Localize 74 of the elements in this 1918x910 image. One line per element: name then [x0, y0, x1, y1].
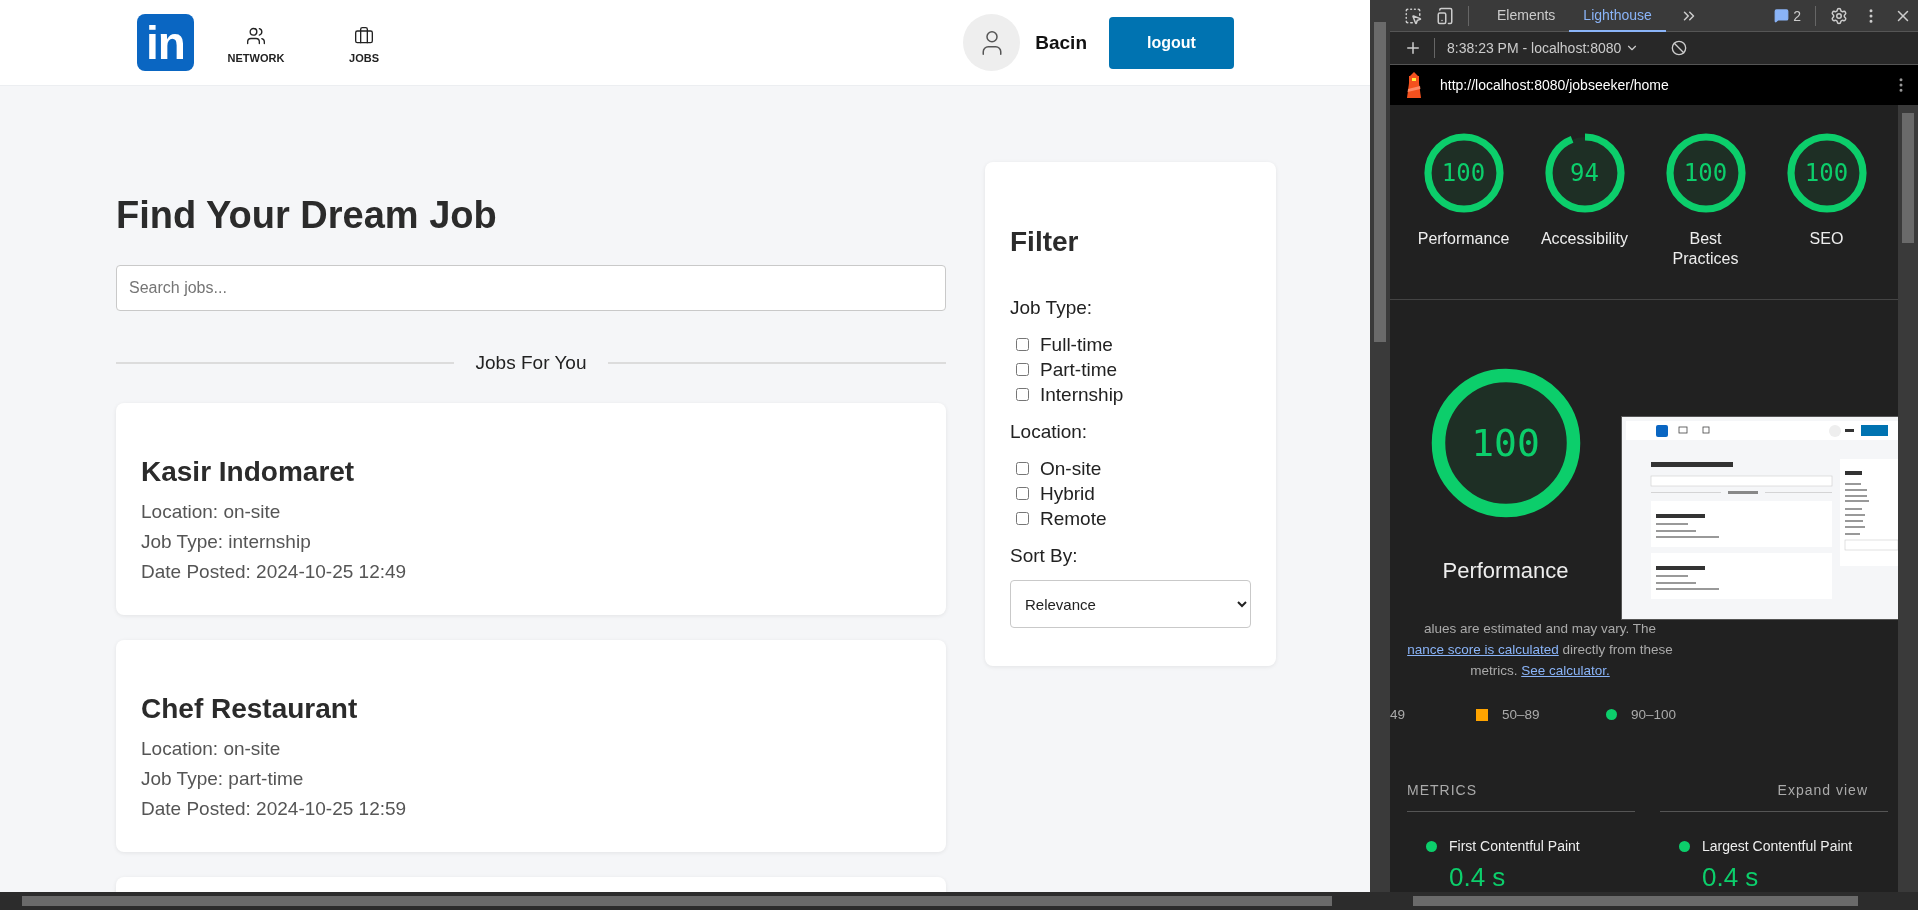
- metric-label: First Contentful Paint: [1449, 838, 1580, 854]
- score-value: 100: [1804, 159, 1849, 187]
- score-value: 100: [1683, 159, 1728, 187]
- issues-counter[interactable]: 2: [1774, 7, 1801, 24]
- checkbox[interactable]: [1016, 487, 1029, 500]
- logout-button[interactable]: logout: [1109, 16, 1234, 69]
- filter-group-label: Job Type:: [1010, 296, 1094, 320]
- plus-icon[interactable]: [1404, 39, 1422, 57]
- user-name: Bacin: [1035, 31, 1087, 54]
- scrollbar[interactable]: [1390, 892, 1918, 910]
- metric-label: Largest Contentful Paint: [1702, 838, 1853, 854]
- job-title: Chef Restaurant: [141, 692, 359, 726]
- checkbox-label: Internship: [1040, 383, 1124, 406]
- score-label: Best Practices: [1671, 229, 1740, 269]
- inspect-icon[interactable]: [1404, 6, 1422, 25]
- checkbox[interactable]: [1016, 462, 1029, 475]
- job-detail: Location: on-site: [141, 737, 282, 761]
- lighthouse-icon: [1404, 70, 1424, 100]
- checkbox-label: Full-time: [1040, 333, 1113, 356]
- filter-group-label: Location:: [1010, 420, 1089, 444]
- briefcase-icon: [354, 25, 374, 46]
- checkbox-label: On-site: [1040, 457, 1102, 480]
- devtools-tab[interactable]: Elements: [1483, 0, 1570, 32]
- checkbox-label: Hybrid: [1040, 482, 1095, 505]
- filter-title: Filter: [1010, 225, 1080, 259]
- scrollbar[interactable]: [1370, 0, 1390, 892]
- job-detail: Location: on-site: [141, 500, 282, 524]
- device-icon[interactable]: [1436, 6, 1454, 25]
- logo[interactable]: in: [137, 14, 194, 71]
- scrollbar[interactable]: [1898, 105, 1918, 892]
- sort-label: Sort By:: [1010, 544, 1079, 568]
- metric-value: 0.4 s: [1702, 862, 1760, 892]
- score-note: alues are estimated and may vary. The nance score is calculated directly from these metrics. See calculator.: [1406, 620, 1674, 680]
- score-value: 94: [1570, 159, 1599, 187]
- legend-label: 50–89: [1502, 707, 1540, 722]
- nav-link[interactable]: JOBS: [315, 21, 413, 64]
- job-detail: Date Posted: 2024-10-25 12:49: [141, 560, 408, 584]
- page-title: Find Your Dream Job: [116, 193, 498, 238]
- checkbox[interactable]: [1016, 388, 1029, 401]
- checkbox[interactable]: [1016, 363, 1029, 376]
- legend-label: 90–100: [1631, 707, 1677, 722]
- job-card[interactable]: Kasir Indomaret Location: on-site Job Type: internship Date Posted: 2024-10-25 12:49: [116, 403, 946, 615]
- job-detail: Job Type: part-time: [141, 767, 305, 791]
- message-icon: [1774, 8, 1790, 23]
- expand-view-toggle[interactable]: Expand view: [1777, 782, 1868, 798]
- score-value: 100: [1441, 159, 1486, 187]
- checkbox-label: Part-time: [1040, 358, 1118, 381]
- score-value: 100: [1471, 421, 1540, 465]
- scrollbar[interactable]: [0, 892, 1390, 910]
- score-label: Performance: [1416, 229, 1511, 249]
- job-card[interactable]: Chef Restaurant Location: on-site Job Type: part-time Date Posted: 2024-10-25 12:59: [116, 640, 946, 852]
- checkbox[interactable]: [1016, 512, 1029, 525]
- clear-icon[interactable]: [1671, 40, 1688, 56]
- people-icon: [246, 25, 266, 46]
- report-url: http://localhost:8080/jobseeker/home: [1440, 77, 1670, 93]
- metric-value: 0.4 s: [1449, 862, 1507, 892]
- report-dropdown[interactable]: 8:38:23 PM - localhost:8080: [1447, 40, 1640, 56]
- score-label: Accessibility: [1539, 229, 1630, 249]
- sort-dropdown[interactable]: Relevance: [1010, 580, 1251, 628]
- calculator-link[interactable]: See calculator.: [1521, 663, 1610, 678]
- job-detail: Job Type: internship: [141, 530, 312, 554]
- settings-icon[interactable]: [1830, 6, 1848, 25]
- nav-link[interactable]: NETWORK: [207, 21, 305, 64]
- score-label: Performance: [1442, 558, 1569, 584]
- search-field[interactable]: Search jobs...: [116, 265, 946, 311]
- checkbox[interactable]: [1016, 338, 1029, 351]
- section-heading: Jobs For You: [475, 352, 587, 374]
- score-label: SEO: [1808, 229, 1845, 249]
- checkbox-label: Remote: [1040, 507, 1107, 530]
- score-link[interactable]: nance score is calculated: [1407, 642, 1559, 657]
- job-title: Kasir Indomaret: [141, 455, 356, 489]
- metrics-heading: METRICS: [1407, 782, 1477, 798]
- job-detail: Date Posted: 2024-10-25 12:59: [141, 797, 408, 821]
- legend-label: 49: [1390, 707, 1406, 722]
